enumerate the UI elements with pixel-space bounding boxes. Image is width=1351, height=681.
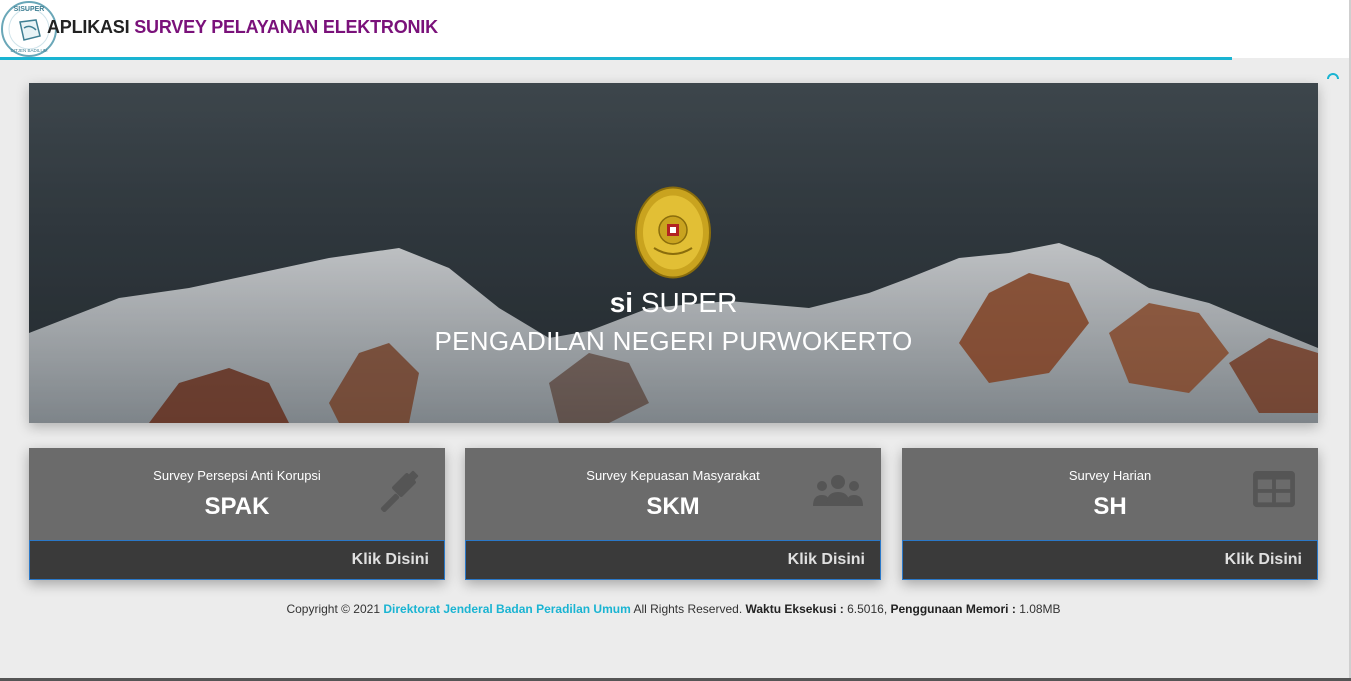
users-icon	[813, 475, 863, 506]
app-title-highlight: SURVEY PELAYANAN ELEKTRONIK	[134, 17, 438, 37]
table-icon	[1253, 470, 1295, 508]
top-navbar: SISUPER DITJEN BADILUM APLIKASI SURVEY P…	[0, 0, 1349, 60]
card-link-text[interactable]: Klik Disini	[788, 551, 865, 569]
copyright-text: Copyright © 2021	[286, 602, 380, 616]
app-title: APLIKASI SURVEY PELAYANAN ELEKTRONIK	[47, 17, 438, 38]
org-link[interactable]: Direktorat Jenderal Badan Peradilan Umum	[383, 602, 630, 616]
exec-time-label: Waktu Eksekusi :	[745, 602, 844, 616]
loading-spinner-icon	[1327, 73, 1339, 80]
loading-progress-bar	[0, 57, 1232, 60]
card-link-text[interactable]: Klik Disini	[352, 551, 429, 569]
hero-title-bold: si	[609, 287, 634, 318]
card-link-bar[interactable]: Klik Disini	[29, 540, 445, 580]
gavel-icon	[380, 470, 419, 512]
card-link-text[interactable]: Klik Disini	[1225, 551, 1302, 569]
hero-subtitle: PENGADILAN NEGERI PURWOKERTO	[434, 326, 913, 356]
exec-time-value: 6.5016,	[847, 602, 888, 616]
hero-title: si SUPER	[29, 287, 1318, 319]
svg-text:SISUPER: SISUPER	[14, 6, 45, 13]
survey-card-spak[interactable]: Survey Persepsi Anti Korupsi SPAK Klik D…	[29, 448, 445, 580]
memory-usage-value: 1.08MB	[1019, 602, 1061, 616]
svg-text:DITJEN BADILUM: DITJEN BADILUM	[10, 48, 47, 53]
page-footer: Copyright © 2021 Direktorat Jenderal Bad…	[0, 602, 1347, 616]
survey-card-sh[interactable]: Survey Harian SH Klik Disini	[902, 448, 1318, 580]
card-link-bar[interactable]: Klik Disini	[465, 540, 881, 580]
memory-usage-label: Penggunaan Memori :	[890, 602, 1016, 616]
hero-title-rest: SUPER	[640, 287, 738, 318]
survey-card-skm[interactable]: Survey Kepuasan Masyarakat SKM Klik Disi…	[465, 448, 881, 580]
rights-text: All Rights Reserved.	[633, 602, 743, 616]
app-title-prefix: APLIKASI	[47, 17, 130, 37]
hero-banner: si SUPER PENGADILAN NEGERI PURWOKERTO	[29, 83, 1318, 423]
card-link-bar[interactable]: Klik Disini	[902, 540, 1318, 580]
mahkamah-agung-emblem-icon	[635, 186, 711, 279]
